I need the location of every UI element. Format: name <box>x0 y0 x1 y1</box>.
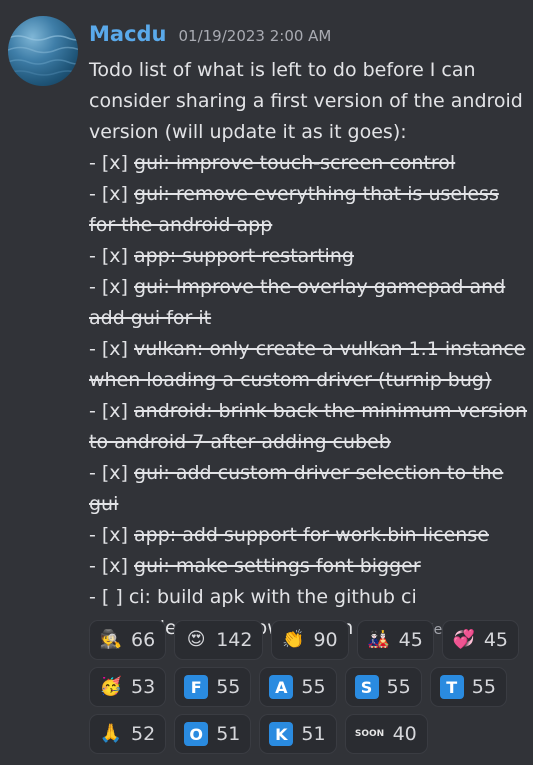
todo-checkbox: - [x] <box>89 152 135 174</box>
reaction-button[interactable]: SOON 40 <box>344 714 428 754</box>
todo-text: gui: Improve the overlay gamepad and add… <box>89 276 506 329</box>
todo-list: - [x] gui: improve touch-screen control -… <box>89 148 529 646</box>
todo-checkbox: - [x] <box>89 183 135 205</box>
ocean-wave-image <box>8 35 78 76</box>
folded-hands-icon: 🙏 <box>99 723 123 744</box>
reaction-count: 40 <box>392 723 417 745</box>
reaction-count: 45 <box>398 629 423 651</box>
reaction-count: 45 <box>483 629 509 651</box>
todo-text: app: support restarting <box>134 245 354 267</box>
letter-t-icon: T <box>439 675 464 699</box>
avatar[interactable] <box>8 16 78 86</box>
letter-s-icon: S <box>354 675 379 699</box>
reaction-count: 55 <box>301 676 326 698</box>
reaction-button[interactable]: O 51 <box>174 714 252 754</box>
timestamp[interactable]: 01/19/2023 2:00 AM <box>179 27 332 45</box>
reaction-button[interactable]: 🎎 45 <box>356 620 434 660</box>
reactions-bar: 🕵 66 😍 142 👏 90 🎎 45 💞 45 🥳 53 F 55 A 55 S 55 T 55 🙏 52 O 51 K 51… <box>89 620 529 754</box>
todo-item: - [x] vulkan: only create a vulkan 1.1 i… <box>89 334 529 396</box>
todo-item: - [x] app: add support for work.bin lice… <box>89 520 529 551</box>
reaction-count: 142 <box>216 629 253 651</box>
todo-item: - [x] gui: improve touch-screen control <box>89 148 529 179</box>
reaction-count: 55 <box>216 676 241 698</box>
letter-o-icon: O <box>184 722 209 746</box>
message-intro: Todo list of what is left to do before I… <box>89 59 523 143</box>
todo-item: - [x] android: brink back the minimum ve… <box>89 396 529 458</box>
todo-text: gui: add custom driver selection to the … <box>89 462 504 515</box>
message-content: Todo list of what is left to do before I… <box>89 55 529 646</box>
reaction-count: 52 <box>131 723 156 745</box>
clapping-hands-icon: 👏 <box>282 629 305 650</box>
reaction-count: 90 <box>313 629 338 651</box>
todo-item: - [x] gui: remove everything that is use… <box>89 179 529 241</box>
reaction-button[interactable]: F 55 <box>174 667 252 707</box>
reaction-button[interactable]: 💞 45 <box>441 620 520 660</box>
todo-checkbox: - [ ] <box>89 586 129 608</box>
todo-item: - [x] gui: make settings font bigger <box>89 551 529 582</box>
todo-text: gui: make settings font bigger <box>134 555 421 577</box>
letter-k-icon: K <box>269 722 294 746</box>
reaction-count: 53 <box>131 676 156 698</box>
chat-message: Macdu 01/19/2023 2:00 AM Todo list of wh… <box>0 0 533 765</box>
reaction-button[interactable]: 🕵 66 <box>89 620 167 660</box>
reaction-count: 55 <box>471 676 496 698</box>
todo-checkbox: - [x] <box>89 338 135 360</box>
todo-text: gui: improve touch-screen control <box>134 152 456 174</box>
todo-item: - [x] app: support restarting <box>89 241 529 272</box>
message-header: Macdu 01/19/2023 2:00 AM <box>89 22 331 46</box>
todo-checkbox: - [x] <box>89 276 135 298</box>
todo-checkbox: - [x] <box>89 400 135 422</box>
todo-checkbox: - [x] <box>89 524 135 546</box>
anime-character-icon: 🎎 <box>367 629 390 650</box>
reaction-button[interactable]: T 55 <box>429 667 507 707</box>
todo-checkbox: - [x] <box>89 462 135 484</box>
reaction-button[interactable]: 🥳 53 <box>89 667 167 707</box>
todo-item: - [x] gui: add custom driver selection t… <box>89 458 529 520</box>
rainbow-hearts-icon: 💞 <box>452 629 476 650</box>
reaction-button[interactable]: 👏 90 <box>271 620 349 660</box>
reaction-button[interactable]: K 51 <box>259 714 337 754</box>
todo-text: app: add support for work.bin license <box>134 524 489 546</box>
todo-text: vulkan: only create a vulkan 1.1 instanc… <box>89 338 526 391</box>
reaction-button[interactable]: S 55 <box>344 667 422 707</box>
todo-checkbox: - [x] <box>89 245 135 267</box>
soon-icon: SOON <box>354 729 385 739</box>
reaction-count: 66 <box>131 629 156 651</box>
letter-a-icon: A <box>269 675 294 699</box>
reaction-button[interactable]: 😍 142 <box>174 620 264 660</box>
reaction-count: 55 <box>386 676 411 698</box>
heart-eyes-icon: 😍 <box>186 629 206 650</box>
reaction-button[interactable]: 🙏 52 <box>89 714 167 754</box>
detective-icon: 🕵 <box>99 629 123 650</box>
todo-text: ci: build apk with the github ci <box>128 586 417 608</box>
todo-text: android: brink back the minimum version … <box>89 400 528 453</box>
party-face-icon: 🥳 <box>99 676 123 697</box>
todo-item: - [x] gui: Improve the overlay gamepad a… <box>89 272 529 334</box>
todo-checkbox: - [x] <box>89 555 135 577</box>
todo-text: gui: remove everything that is useless f… <box>89 183 499 236</box>
username[interactable]: Macdu <box>89 22 167 46</box>
reaction-button[interactable]: A 55 <box>259 667 337 707</box>
reaction-count: 51 <box>301 723 326 745</box>
letter-f-icon: F <box>184 675 209 699</box>
reaction-count: 51 <box>216 723 241 745</box>
todo-item: - [ ] ci: build apk with the github ci <box>89 582 529 613</box>
